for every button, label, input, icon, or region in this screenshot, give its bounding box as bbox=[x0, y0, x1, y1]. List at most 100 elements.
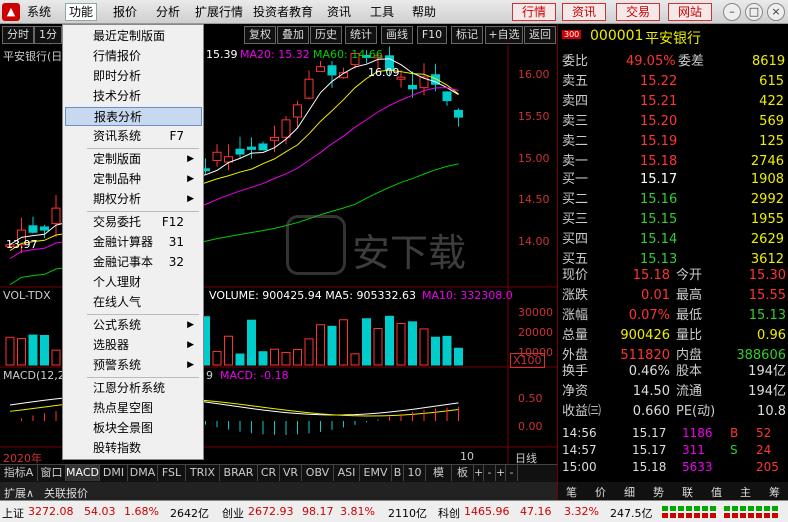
dropdown-item[interactable]: 个人理财 bbox=[65, 273, 202, 292]
indicator-tab[interactable]: DMA bbox=[128, 465, 158, 481]
indicator-tab[interactable]: TRIX bbox=[186, 465, 220, 481]
menu-news[interactable]: 资讯 bbox=[324, 3, 354, 21]
quote-tab[interactable]: 势 bbox=[653, 484, 664, 500]
bid-row: 买四 15.14 2629 bbox=[560, 230, 788, 249]
indicator-tab[interactable]: BRAR bbox=[220, 465, 258, 481]
menu-tools[interactable]: 工具 bbox=[367, 3, 397, 21]
toolbar-back[interactable]: 返回 bbox=[524, 26, 556, 44]
sh-change: 54.03 bbox=[84, 505, 116, 518]
dropdown-item[interactable]: 公式系统 ▶ bbox=[65, 316, 202, 335]
dropdown-item[interactable]: 定制版面 ▶ bbox=[65, 150, 202, 169]
indicator-tab[interactable]: B bbox=[392, 465, 404, 481]
indicator-tab[interactable]: + bbox=[474, 465, 484, 481]
indicator-tab[interactable]: ASI bbox=[334, 465, 360, 481]
toolbar-history[interactable]: 历史 bbox=[310, 26, 342, 44]
menu-help[interactable]: 帮助 bbox=[409, 3, 439, 21]
quote-price: 15.20 bbox=[640, 114, 678, 129]
indicator-tab[interactable]: VR bbox=[280, 465, 302, 481]
quote-tab[interactable]: 筹 bbox=[769, 484, 780, 500]
menu-system[interactable]: 系统 bbox=[24, 3, 54, 21]
dropdown-item[interactable]: 技术分析 bbox=[65, 87, 202, 106]
dropdown-item-label: 股转指数 bbox=[93, 441, 142, 455]
indicator-tab[interactable]: 指标A bbox=[0, 465, 38, 481]
quote-tab[interactable]: 主 bbox=[740, 484, 751, 500]
dropdown-item[interactable]: 选股器 ▶ bbox=[65, 336, 202, 355]
indicator-tab[interactable]: 模 bbox=[426, 465, 452, 481]
dropdown-item[interactable]: 定制品种 ▶ bbox=[65, 170, 202, 189]
bid-row: 买二 15.16 2992 bbox=[560, 190, 788, 209]
candle bbox=[293, 104, 302, 118]
quote-volume: 2629 bbox=[750, 232, 784, 247]
indicator-tab[interactable]: CR bbox=[258, 465, 280, 481]
vol-unit: X100 bbox=[510, 353, 545, 368]
indicator-tab[interactable]: OBV bbox=[302, 465, 334, 481]
trade-button[interactable]: 交易 bbox=[616, 3, 660, 21]
indicator-tab[interactable]: MACD bbox=[66, 465, 100, 481]
dropdown-item[interactable]: 热点星空图 bbox=[65, 399, 202, 418]
indicator-tab[interactable]: - bbox=[506, 465, 518, 481]
indicator-tab[interactable]: 10 bbox=[404, 465, 426, 481]
tab-1min[interactable]: 1分钟 bbox=[34, 26, 62, 57]
menu-analysis[interactable]: 分析 bbox=[153, 3, 183, 21]
dropdown-item[interactable]: 交易委托 F12 bbox=[65, 213, 202, 232]
volume-bar bbox=[235, 353, 245, 366]
dropdown-item-label: 最近定制版面 bbox=[93, 29, 166, 43]
close-icon[interactable]: × bbox=[767, 3, 785, 21]
toolbar-mark[interactable]: 标记 bbox=[451, 26, 483, 44]
dropdown-item[interactable]: 行情报价 bbox=[65, 47, 202, 66]
quote-price: 15.16 bbox=[640, 192, 678, 207]
tab-timeshare[interactable]: 分时 bbox=[2, 26, 34, 44]
quote-tab[interactable]: 联 bbox=[682, 484, 693, 500]
toolbar-restore-rights[interactable]: 复权 bbox=[244, 26, 276, 44]
menu-quote[interactable]: 报价 bbox=[110, 3, 140, 21]
quote-label: 卖五 bbox=[562, 74, 589, 89]
quote-tab[interactable]: 细 bbox=[624, 484, 635, 500]
volume-bar bbox=[327, 325, 337, 366]
candle bbox=[247, 146, 256, 150]
dropdown-item[interactable]: 股转指数 bbox=[65, 439, 202, 458]
quote-tab[interactable]: 价 bbox=[595, 484, 606, 500]
toolbar-draw[interactable]: 画线 bbox=[381, 26, 413, 44]
stat-field: 流通 bbox=[676, 384, 703, 399]
maximize-icon[interactable]: □ bbox=[745, 3, 763, 21]
indicator-tab[interactable]: EMV bbox=[360, 465, 392, 481]
quote-tab[interactable]: 值 bbox=[711, 484, 722, 500]
menu-investor-edu[interactable]: 投资者教育 bbox=[250, 3, 316, 21]
toolbar-f10[interactable]: F10 bbox=[417, 26, 447, 44]
dropdown-item-label: 金融计算器 bbox=[93, 235, 154, 249]
toolbar-add-watch[interactable]: +自选 bbox=[485, 26, 523, 44]
dropdown-item[interactable]: 期权分析 ▶ bbox=[65, 190, 202, 209]
indicator-tab[interactable]: DMI bbox=[100, 465, 128, 481]
indicator-tab[interactable]: + bbox=[496, 465, 506, 481]
dropdown-item[interactable]: 即时分析 bbox=[65, 67, 202, 86]
related-quote[interactable]: 关联报价 bbox=[44, 485, 88, 501]
dropdown-item[interactable]: 金融计算器 31 bbox=[65, 233, 202, 252]
toolbar-overlay[interactable]: 叠加 bbox=[277, 26, 309, 44]
minimize-icon[interactable]: – bbox=[723, 3, 741, 21]
quote-tab[interactable]: 笔 bbox=[566, 484, 577, 500]
menu-function[interactable]: 功能 bbox=[65, 3, 98, 21]
dropdown-item[interactable]: 报表分析 bbox=[65, 107, 202, 126]
toolbar-stats[interactable]: 统计 bbox=[345, 26, 377, 44]
volume-bar bbox=[212, 350, 222, 366]
indicator-tab[interactable]: - bbox=[484, 465, 496, 481]
dropdown-item[interactable]: 预警系统 ▶ bbox=[65, 356, 202, 375]
dropdown-item[interactable]: 资讯系统 F7 bbox=[65, 127, 202, 146]
dropdown-item[interactable]: 最近定制版面 bbox=[65, 27, 202, 46]
dropdown-item[interactable]: 江恩分析系统 bbox=[65, 379, 202, 398]
news-button[interactable]: 资讯 bbox=[562, 3, 606, 21]
quote-button[interactable]: 行情 bbox=[512, 3, 556, 21]
indicator-tab[interactable]: 窗口 bbox=[38, 465, 66, 481]
menu-ext-quote[interactable]: 扩展行情 bbox=[192, 3, 246, 21]
candle bbox=[28, 225, 38, 233]
tick-field: 205 bbox=[756, 460, 779, 474]
website-button[interactable]: 网站 bbox=[668, 3, 712, 21]
ma20-value: MA20: 15.32 bbox=[240, 48, 310, 61]
dropdown-item[interactable]: 板块全景图 bbox=[65, 419, 202, 438]
dropdown-item[interactable]: 在线人气 bbox=[65, 293, 202, 312]
ext-toggle[interactable]: 扩展∧ bbox=[4, 485, 34, 501]
indicator-tab[interactable]: FSL bbox=[158, 465, 186, 481]
indicator-tab[interactable]: 板 bbox=[452, 465, 474, 481]
volume-bar bbox=[373, 328, 383, 366]
dropdown-item[interactable]: 金融记事本 32 bbox=[65, 253, 202, 272]
